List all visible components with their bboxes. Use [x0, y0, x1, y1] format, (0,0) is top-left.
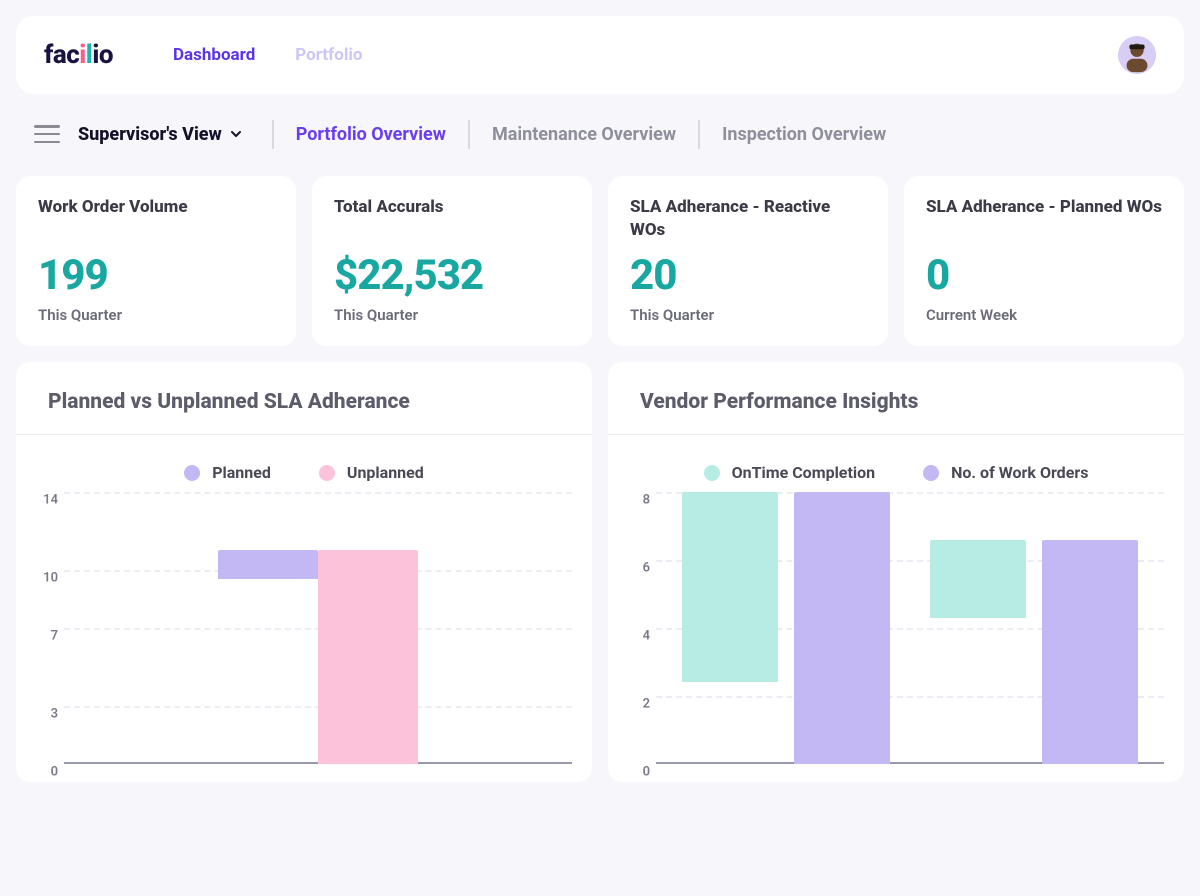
kpi-card-work-order-volume: Work Order Volume 199 This Quarter — [16, 176, 296, 346]
kpi-row: Work Order Volume 199 This Quarter Total… — [16, 176, 1184, 346]
swatch-icon — [704, 465, 720, 481]
nav-links: Dashboard Portfolio — [173, 45, 362, 65]
chart-card-vendor: Vendor Performance Insights OnTime Compl… — [608, 362, 1184, 782]
subbar: Supervisor's View Portfolio Overview Mai… — [16, 104, 1184, 164]
chart-plot: 02468 — [656, 492, 1164, 782]
kpi-title: SLA Adherance - Reactive WOs — [630, 196, 866, 242]
hamburger-icon[interactable] — [34, 125, 60, 143]
kpi-sub: This Quarter — [334, 306, 570, 324]
y-tick-label: 2 — [622, 697, 650, 712]
y-tick-label: 14 — [30, 493, 58, 508]
kpi-value: 20 — [630, 251, 866, 300]
legend-item-ontime[interactable]: OnTime Completion — [704, 463, 876, 482]
legend-item-unplanned[interactable]: Unplanned — [319, 463, 424, 482]
chevron-down-icon — [230, 128, 242, 140]
y-tick-label: 0 — [622, 765, 650, 780]
bar-group — [218, 550, 418, 764]
avatar-image — [1118, 36, 1156, 74]
chart-header: Vendor Performance Insights — [608, 362, 1184, 435]
charts-row: Planned vs Unplanned SLA Adherance Plann… — [16, 362, 1184, 782]
navbar: facilio Dashboard Portfolio — [16, 16, 1184, 94]
y-tick-label: 4 — [622, 629, 650, 644]
brand-logo[interactable]: facilio — [44, 40, 113, 70]
kpi-value: 0 — [926, 251, 1162, 300]
legend-label: No. of Work Orders — [951, 463, 1088, 482]
kpi-sub: This Quarter — [630, 306, 866, 324]
view-picker-label: Supervisor's View — [78, 124, 222, 145]
bar — [1042, 540, 1138, 764]
bar-group — [930, 540, 1138, 764]
chart-legend: OnTime Completion No. of Work Orders — [608, 435, 1184, 492]
bar — [930, 540, 1026, 618]
bars — [656, 492, 1164, 764]
tab-portfolio-overview[interactable]: Portfolio Overview — [272, 120, 468, 149]
kpi-sub: This Quarter — [38, 306, 274, 324]
legend-label: OnTime Completion — [732, 463, 876, 482]
bar — [794, 492, 890, 764]
swatch-icon — [319, 465, 335, 481]
legend-label: Planned — [212, 463, 271, 482]
bars — [64, 492, 572, 764]
y-tick-label: 7 — [30, 629, 58, 644]
kpi-title: Total Accurals — [334, 196, 570, 219]
kpi-card-total-accurals: Total Accurals $22,532 This Quarter — [312, 176, 592, 346]
nav-link-portfolio[interactable]: Portfolio — [295, 45, 362, 65]
legend-item-planned[interactable]: Planned — [184, 463, 271, 482]
kpi-title: Work Order Volume — [38, 196, 274, 219]
kpi-card-sla-planned: SLA Adherance - Planned WOs 0 Current We… — [904, 176, 1184, 346]
bar-group — [682, 492, 890, 764]
y-tick-label: 3 — [30, 706, 58, 721]
bar — [318, 550, 418, 764]
chart-title: Planned vs Unplanned SLA Adherance — [48, 390, 560, 414]
view-picker[interactable]: Supervisor's View — [78, 124, 242, 145]
app-frame: facilio Dashboard Portfolio Supervisor's… — [0, 16, 1200, 896]
chart-legend: Planned Unplanned — [16, 435, 592, 492]
y-tick-label: 6 — [622, 561, 650, 576]
tab-inspection-overview[interactable]: Inspection Overview — [698, 120, 908, 149]
sub-tabs: Portfolio Overview Maintenance Overview … — [272, 120, 908, 149]
nav-link-dashboard[interactable]: Dashboard — [173, 45, 255, 65]
swatch-icon — [184, 465, 200, 481]
chart-title: Vendor Performance Insights — [640, 390, 1152, 414]
kpi-value: $22,532 — [334, 251, 570, 300]
legend-label: Unplanned — [347, 463, 424, 482]
kpi-card-sla-reactive: SLA Adherance - Reactive WOs 20 This Qua… — [608, 176, 888, 346]
kpi-value: 199 — [38, 251, 274, 300]
avatar[interactable] — [1118, 36, 1156, 74]
chart-header: Planned vs Unplanned SLA Adherance — [16, 362, 592, 435]
y-tick-label: 0 — [30, 765, 58, 780]
kpi-sub: Current Week — [926, 306, 1162, 324]
legend-item-wocount[interactable]: No. of Work Orders — [923, 463, 1088, 482]
y-tick-label: 8 — [622, 493, 650, 508]
tab-maintenance-overview[interactable]: Maintenance Overview — [468, 120, 698, 149]
kpi-title: SLA Adherance - Planned WOs — [926, 196, 1162, 219]
y-tick-label: 10 — [30, 570, 58, 585]
swatch-icon — [923, 465, 939, 481]
chart-card-sla: Planned vs Unplanned SLA Adherance Plann… — [16, 362, 592, 782]
chart-plot: 0371014 — [64, 492, 572, 782]
bar — [682, 492, 778, 682]
bar — [218, 550, 318, 579]
